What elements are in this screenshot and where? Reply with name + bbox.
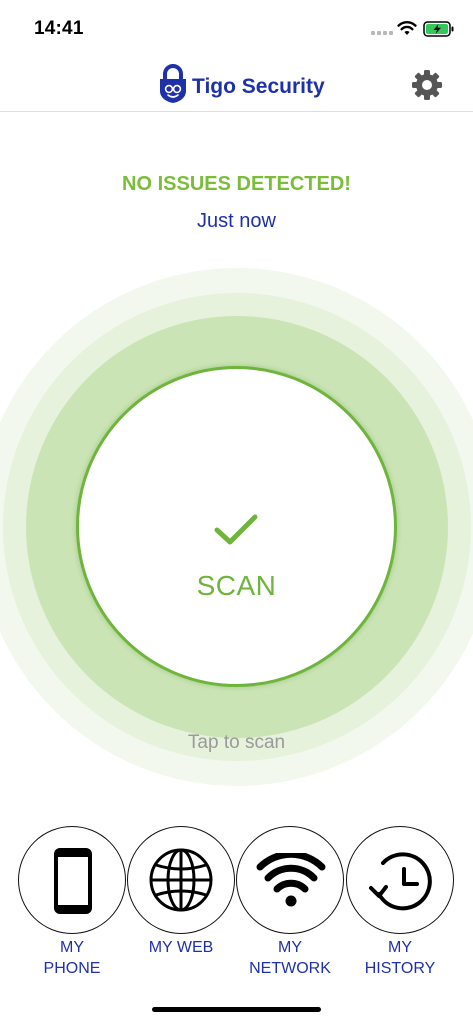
nav-my-network-circle[interactable]: [236, 826, 344, 934]
scan-status-title: NO ISSUES DETECTED!: [122, 173, 351, 195]
tap-to-scan-hint: Tap to scan: [187, 732, 286, 753]
gear-icon[interactable]: [409, 67, 445, 103]
cellular-signal-icon: [371, 31, 393, 36]
wifi-icon: [256, 853, 326, 907]
globe-icon: [149, 848, 213, 912]
home-indicator[interactable]: [152, 1007, 321, 1012]
nav-my-history-label: MY HISTORY: [364, 939, 436, 977]
app-header: Tigo Security: [0, 56, 473, 112]
history-icon: [369, 852, 432, 911]
nav-my-phone-circle[interactable]: [18, 826, 126, 934]
phone-icon: [54, 848, 92, 914]
wifi-status-icon: [397, 21, 417, 35]
nav-my-network-label: MY NETWORK: [249, 939, 331, 977]
status-bar: 14:41: [0, 0, 473, 56]
checkmark-icon: [214, 514, 258, 545]
last-scan-time: Just now: [197, 210, 276, 232]
status-time: 14:41: [34, 18, 84, 39]
nav-my-history-circle[interactable]: [346, 826, 454, 934]
scan-button-label[interactable]: SCAN: [0, 570, 473, 602]
nav-my-web-circle[interactable]: [127, 826, 235, 934]
app-title: Tigo Security: [192, 75, 325, 98]
battery-icon: [423, 21, 454, 37]
padlock-logo-icon: [160, 64, 186, 103]
